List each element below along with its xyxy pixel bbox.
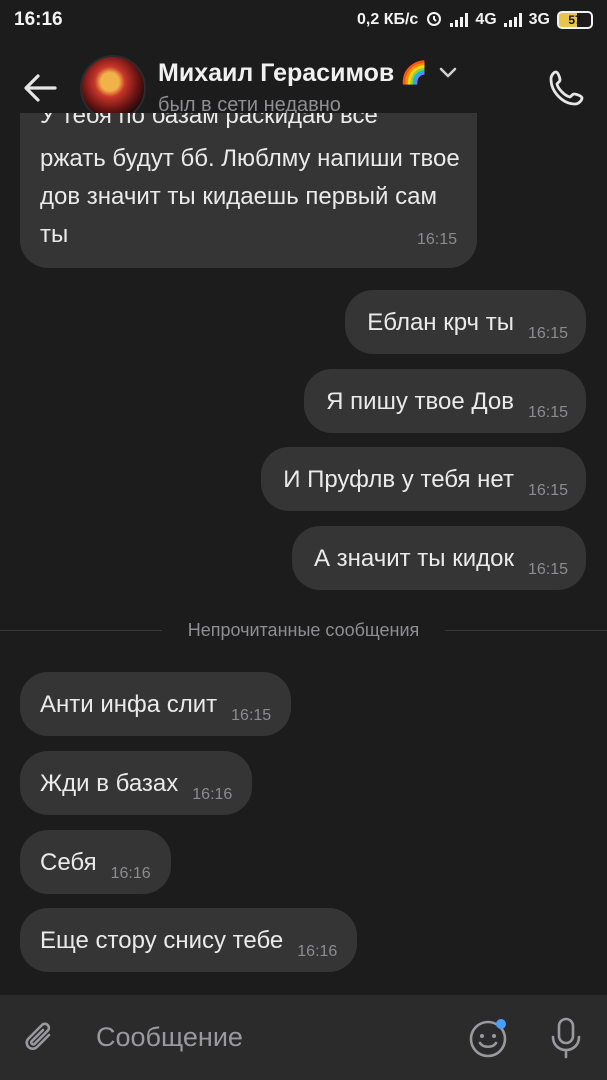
message-bubble-incoming[interactable]: Себя 16:16 [20, 830, 171, 894]
avatar[interactable] [80, 54, 146, 121]
message-time: 16:16 [297, 942, 338, 960]
message-time: 16:15 [527, 324, 568, 342]
message-time: 16:15 [527, 560, 568, 578]
unread-divider: Непрочитанные сообщения [0, 615, 607, 645]
divider-line [0, 629, 162, 631]
message-text: Я пишу твое Дов [326, 387, 514, 415]
message-time: 16:16 [110, 864, 151, 882]
microphone-icon [551, 1017, 581, 1058]
message-text: Анти инфа слит [40, 690, 218, 718]
network-type-1: 4G [475, 11, 497, 28]
message-composer [0, 995, 607, 1080]
message-list[interactable]: У тебя по базам раскидаю все ржать будут… [0, 113, 607, 995]
status-time: 16:16 [14, 9, 63, 30]
back-arrow-icon [24, 73, 57, 102]
status-indicators: 0,2 КБ/с 4G 3G 57 [357, 9, 593, 32]
divider-line [445, 629, 607, 631]
message-text: Жди в базах [40, 769, 179, 797]
emoji-icon [469, 1018, 507, 1057]
message-bubble-incoming[interactable]: У тебя по базам раскидаю все ржать будут… [20, 113, 477, 268]
chevron-down-icon[interactable] [438, 66, 458, 80]
alarm-icon [425, 9, 443, 32]
message-bubble-incoming[interactable]: Еще стору снису тебе 16:16 [20, 908, 358, 972]
unread-label: Непрочитанные сообщения [187, 619, 420, 640]
network-speed: 0,2 КБ/с [357, 11, 419, 28]
battery-icon: 57 [557, 11, 593, 29]
message-bubble-incoming[interactable]: Жди в базах 16:16 [20, 751, 253, 815]
emoji-button[interactable] [453, 995, 525, 1080]
message-text: Еблан крч ты [367, 308, 514, 336]
message-bubble-incoming[interactable]: Анти инфа слит 16:15 [20, 672, 292, 736]
contact-name: Михаил Герасимов [158, 58, 395, 87]
message-bubble-outgoing[interactable]: Еблан крч ты 16:15 [345, 290, 586, 354]
message-input[interactable] [80, 995, 453, 1080]
message-text: И Пруфлв у тебя нет [283, 465, 514, 493]
call-button[interactable] [527, 40, 607, 135]
message-text: Себя [40, 848, 97, 876]
status-bar: 16:16 0,2 КБ/с 4G 3G 57 [0, 0, 607, 40]
chat-screen: 16:16 0,2 КБ/с 4G 3G 57 Михаил Герасимов… [0, 0, 607, 1080]
message-time: 16:15 [416, 231, 457, 248]
message-time: 16:15 [527, 481, 568, 499]
message-time: 16:16 [192, 785, 233, 803]
signal-icon-2 [503, 13, 522, 27]
message-text: А значит ты кидок [313, 544, 514, 572]
message-text-clipped: У тебя по базам раскидаю все [40, 113, 378, 129]
message-bubble-outgoing[interactable]: Я пишу твое Дов 16:15 [304, 369, 586, 433]
paperclip-icon [25, 1022, 51, 1050]
battery-level: 57 [568, 13, 582, 27]
message-bubble-outgoing[interactable]: И Пруфлв у тебя нет 16:15 [261, 447, 586, 511]
message-bubble-outgoing[interactable]: А значит ты кидок 16:15 [291, 526, 586, 590]
attach-button[interactable] [0, 995, 80, 1080]
message-text: ржать будут бб. Люблму напиши твое дов з… [40, 145, 460, 248]
message-text: Еще стору снису тебе [40, 926, 284, 954]
message-time: 16:15 [231, 706, 272, 724]
message-time: 16:15 [527, 403, 568, 421]
signal-icon-1 [450, 13, 469, 27]
phone-icon [549, 70, 584, 105]
mic-button[interactable] [525, 995, 607, 1080]
rainbow-emoji: 🌈 [400, 60, 428, 85]
contact-info[interactable]: Михаил Герасимов 🌈 был в сети недавно [158, 59, 527, 117]
network-type-2: 3G [528, 11, 550, 28]
